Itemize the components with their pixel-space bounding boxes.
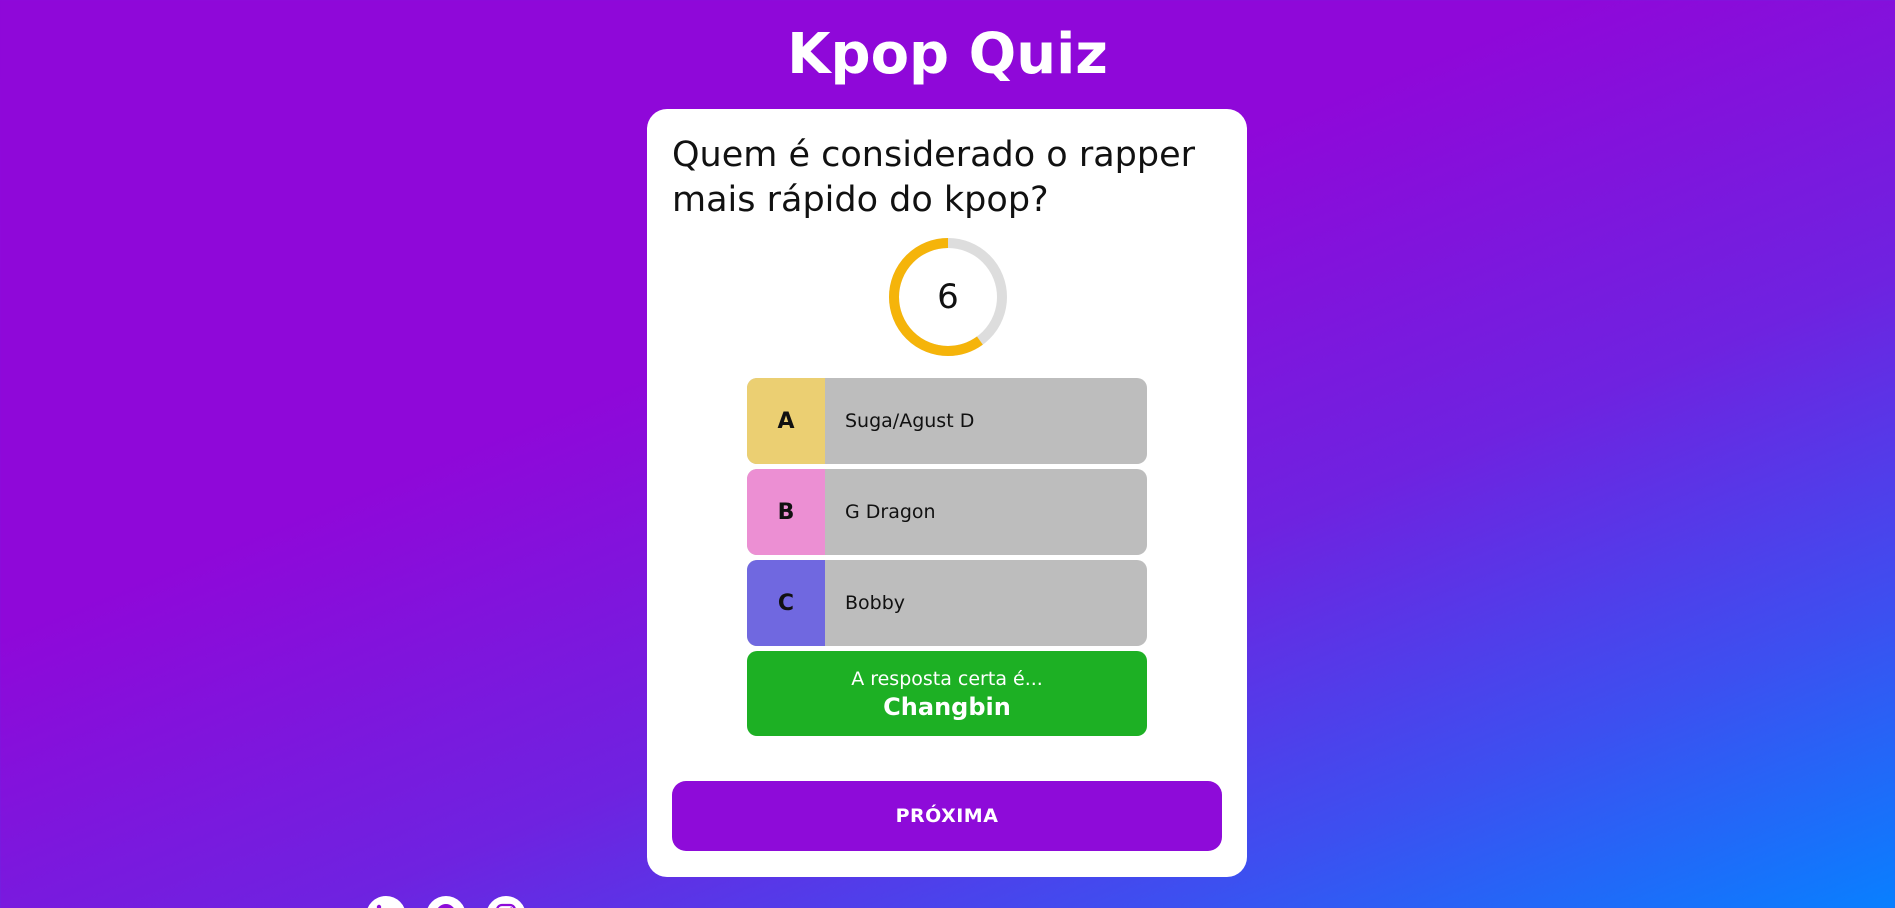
answer-letter: C (747, 560, 825, 646)
correct-answer-text: Changbin (883, 692, 1011, 721)
countdown-timer: 6 (887, 236, 1009, 358)
correct-answer-banner: A resposta certa é... Changbin (747, 651, 1147, 736)
question-text: Quem é considerado o rapper mais rápido … (672, 135, 1196, 220)
answer-letter: B (747, 469, 825, 555)
linkedin-icon[interactable] (366, 896, 406, 908)
github-icon[interactable] (426, 896, 466, 908)
answer-option-a[interactable]: A Suga/Agust D (747, 378, 1147, 464)
answer-option-c[interactable]: C Bobby (747, 560, 1147, 646)
correct-answer-lead: A resposta certa é... (851, 667, 1043, 690)
answer-text: Suga/Agust D (845, 410, 975, 432)
answer-text: G Dragon (845, 501, 936, 523)
timer-value: 6 (937, 277, 959, 317)
next-button[interactable]: PRÓXIMA (672, 781, 1222, 851)
answer-list: A Suga/Agust D B G Dragon C Bobby A resp… (747, 378, 1147, 736)
social-links (366, 896, 526, 908)
answer-text: Bobby (845, 592, 906, 614)
quiz-card: Quem é considerado o rapper mais rápido … (647, 109, 1247, 877)
answer-letter: A (747, 378, 825, 464)
answer-option-b[interactable]: B G Dragon (747, 469, 1147, 555)
instagram-icon[interactable] (486, 896, 526, 908)
page-title: Kpop Quiz (787, 22, 1108, 87)
